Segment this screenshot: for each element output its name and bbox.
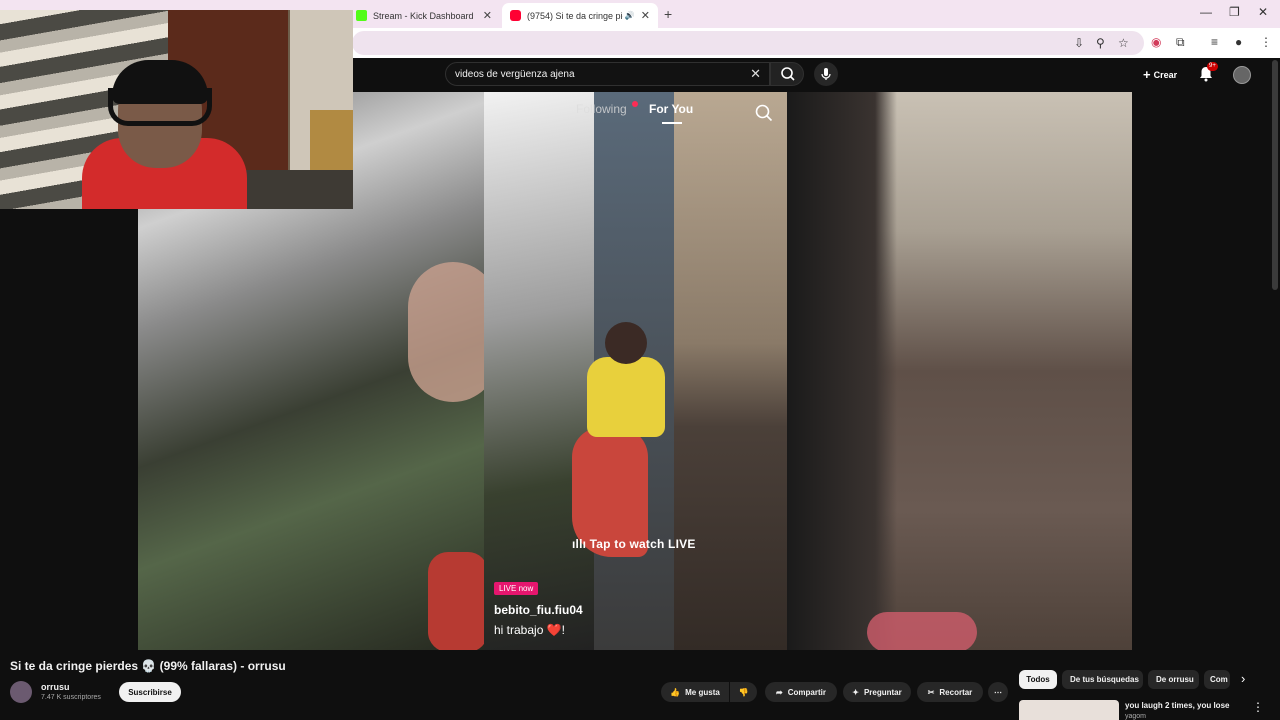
live-dot [632,101,638,107]
share-button[interactable]: ➦ Compartir [765,682,837,702]
speaker-icon[interactable]: 🔊 [625,11,635,20]
youtube-header: videos de vergüenza ajena ✕ + Crear 9+ [353,58,1280,92]
address-bar[interactable]: ⇩ ⚲ ☆ [352,31,1144,55]
tab-label: (9754) Si te da cringe pierdes [527,10,623,21]
close-window-icon[interactable]: ✕ [1258,5,1268,19]
share-icon: ➦ [776,687,783,697]
headset [108,88,212,126]
minimize-icon[interactable]: — [1200,5,1212,19]
browser-menu-icon[interactable]: ⋮ [1260,35,1272,49]
blurred-background-right [787,92,1132,650]
bookmark-star-icon[interactable]: ☆ [1118,36,1129,50]
blurred-rope [867,612,977,650]
subscriber-count: 7.47 K suscriptores [41,694,101,701]
tap-label: Tap to watch LIVE [589,537,696,551]
tiktok-video-frame: Following For You ıllı Tap to watch LIVE… [484,92,787,650]
tab-label: Stream - Kick Dashboard [373,10,474,21]
new-tab-button[interactable]: + [664,6,672,22]
search-icon [755,104,773,122]
plus-icon: + [1143,67,1151,82]
page-scrollbar[interactable] [1272,60,1278,290]
subscribe-button[interactable]: Suscribirse [119,682,181,702]
video-title: Si te da cringe pierdes 💀 (99% fallaras)… [10,659,286,673]
blurred-shadow [787,92,897,650]
chevron-right-icon[interactable]: › [1241,671,1245,686]
thumbs-up-icon: 👍 [670,687,681,697]
more-horizontal-icon: ⋯ [994,687,1002,697]
record-extension-icon[interactable]: ◉ [1151,35,1161,49]
notification-badge: 9+ [1207,62,1218,71]
person-head [605,322,647,364]
thumbs-down-icon: 👎 [738,687,749,697]
account-avatar[interactable] [1233,66,1251,84]
search-input[interactable]: videos de vergüenza ajena ✕ [445,62,770,86]
restore-icon[interactable]: ❐ [1229,5,1240,19]
profile-icon[interactable]: ● [1235,35,1242,49]
chip-more[interactable]: Com [1204,670,1230,689]
sparkle-icon: ✦ [852,687,859,697]
channel-name[interactable]: orrusu [41,682,70,692]
chip-from-channel[interactable]: De orrusu [1148,670,1199,689]
for-you-underline [662,122,682,124]
live-bars-icon: ıllı [572,537,590,551]
search-button[interactable] [770,62,804,86]
clear-search-icon[interactable]: ✕ [750,66,761,82]
caption-text: hi trabajo [494,623,544,637]
clip-button[interactable]: ✂ Recortar [917,682,983,702]
caption-emoji: ❤️! [546,623,565,637]
tiktok-caption: hi trabajo ❤️! [494,623,565,637]
close-icon[interactable]: ✕ [641,9,650,22]
create-label: Crear [1153,70,1178,80]
zoom-icon[interactable]: ⚲ [1096,36,1105,50]
like-button[interactable]: 👍 Me gusta [661,682,729,702]
tap-to-watch-live: ıllı Tap to watch LIVE [572,537,696,551]
microphone-icon [821,68,831,80]
chip-all[interactable]: Todos [1019,670,1057,689]
create-button[interactable]: + Crear [1143,67,1177,82]
media-control-icon[interactable]: ≡ [1211,35,1218,49]
search-query: videos de vergüenza ajena [455,68,575,80]
tiktok-for-you-tab: For You [649,102,694,116]
webcam-overlay [0,10,353,209]
recommended-video-thumbnail[interactable] [1019,700,1119,720]
dislike-button[interactable]: 👎 [730,682,757,702]
like-label: Me gusta [685,687,720,697]
recommended-video-title[interactable]: you laugh 2 times, you lose [1125,701,1229,710]
yellow-shirt [587,357,665,437]
scissors-icon: ✂ [927,687,935,697]
kick-icon [356,10,367,21]
alley-wall-right [674,92,787,650]
youtube-icon [510,10,521,21]
cardboard-boxes [310,110,353,170]
blurred-tail [428,552,488,650]
recommended-video-channel: yagom [1125,713,1147,720]
channel-avatar[interactable] [10,681,32,703]
tiktok-following-tab: Following [576,102,627,116]
extensions-icon[interactable]: ⧉ [1176,35,1185,49]
share-label: Compartir [787,687,826,697]
chip-from-searches[interactable]: De tus búsquedas [1062,670,1143,689]
ask-button[interactable]: ✦ Preguntar [843,682,911,702]
tiktok-username: bebito_fiu.fiu04 [494,603,583,617]
more-vertical-icon[interactable]: ⋮ [1252,700,1264,714]
person-in-mermaid-costume [572,302,682,562]
tab-kick-dashboard[interactable]: Stream - Kick Dashboard ✕ [348,3,500,28]
live-now-badge: LIVE now [494,582,539,595]
voice-search-button[interactable] [814,62,838,86]
search-icon [781,67,795,81]
ask-label: Preguntar [863,687,902,697]
close-icon[interactable]: ✕ [483,9,492,22]
tab-youtube-video[interactable]: (9754) Si te da cringe pierdes 🔊 ✕ [502,3,658,28]
more-actions-button[interactable]: ⋯ [988,682,1008,702]
install-icon[interactable]: ⇩ [1074,36,1084,50]
clip-label: Recortar [939,687,973,697]
